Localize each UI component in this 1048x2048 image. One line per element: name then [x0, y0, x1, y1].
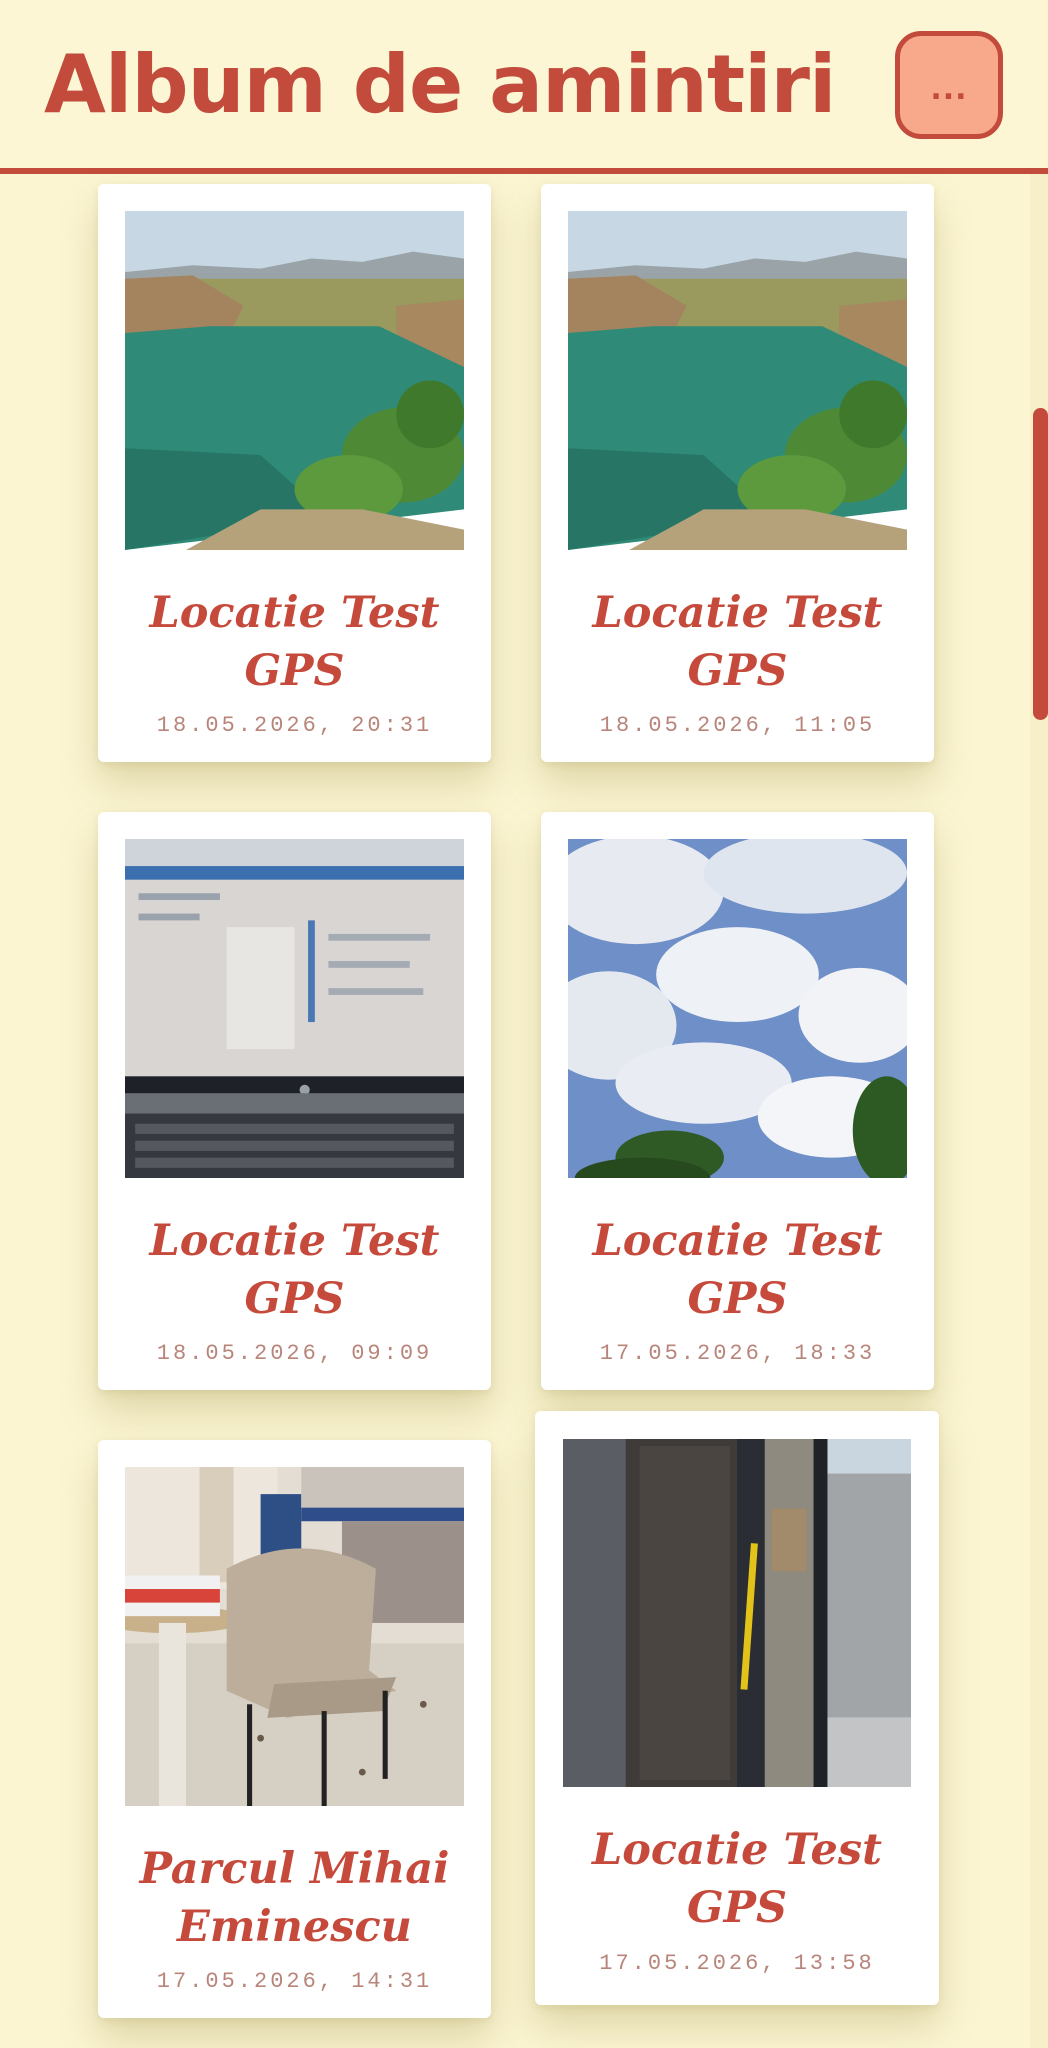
memory-card[interactable]: Locatie Test GPS 17.05.2026, 18:33: [541, 812, 934, 1390]
app-header: Album de amintiri ...: [0, 0, 1048, 174]
memory-photo: [563, 1439, 911, 1787]
memory-title: Locatie Test GPS: [592, 1825, 882, 1933]
memory-date: 17.05.2026, 13:58: [599, 1951, 875, 1976]
memory-date: 18.05.2026, 11:05: [599, 713, 876, 738]
memory-title: Locatie Test GPS: [592, 588, 883, 696]
memory-card[interactable]: Locatie Test GPS 17.05.2026, 13:58: [535, 1411, 939, 2005]
memories-gallery[interactable]: Locatie Test GPS 18.05.2026, 20:31 Locat…: [0, 174, 1048, 2048]
scrollbar-thumb[interactable]: [1033, 408, 1048, 720]
memory-card[interactable]: Locatie Test GPS 18.05.2026, 09:09: [98, 812, 491, 1390]
memory-photo: [568, 839, 907, 1178]
memory-card[interactable]: Parcul Mihai Eminescu 17.05.2026, 14:31: [98, 1440, 491, 2018]
scrollbar-track[interactable]: [1030, 174, 1048, 2048]
memory-date: 18.05.2026, 20:31: [156, 713, 433, 738]
memory-title: Locatie Test GPS: [149, 1216, 440, 1324]
memory-card[interactable]: Locatie Test GPS 18.05.2026, 20:31: [98, 184, 491, 762]
page-title: Album de amintiri: [44, 38, 836, 131]
more-options-button[interactable]: ...: [895, 31, 1003, 139]
memory-date: 18.05.2026, 09:09: [156, 1341, 433, 1366]
memory-date: 17.05.2026, 14:31: [156, 1969, 433, 1994]
memory-title: Parcul Mihai Eminescu: [139, 1844, 450, 1952]
memory-date: 17.05.2026, 18:33: [599, 1341, 876, 1366]
memory-title: Locatie Test GPS: [149, 588, 440, 696]
memory-card[interactable]: Locatie Test GPS 18.05.2026, 11:05: [541, 184, 934, 762]
memory-photo: [125, 839, 464, 1178]
memory-photo: [125, 1467, 464, 1806]
memory-photo: [568, 211, 907, 550]
memory-photo: [125, 211, 464, 550]
memory-title: Locatie Test GPS: [592, 1216, 883, 1324]
ellipsis-icon: ...: [930, 71, 968, 107]
